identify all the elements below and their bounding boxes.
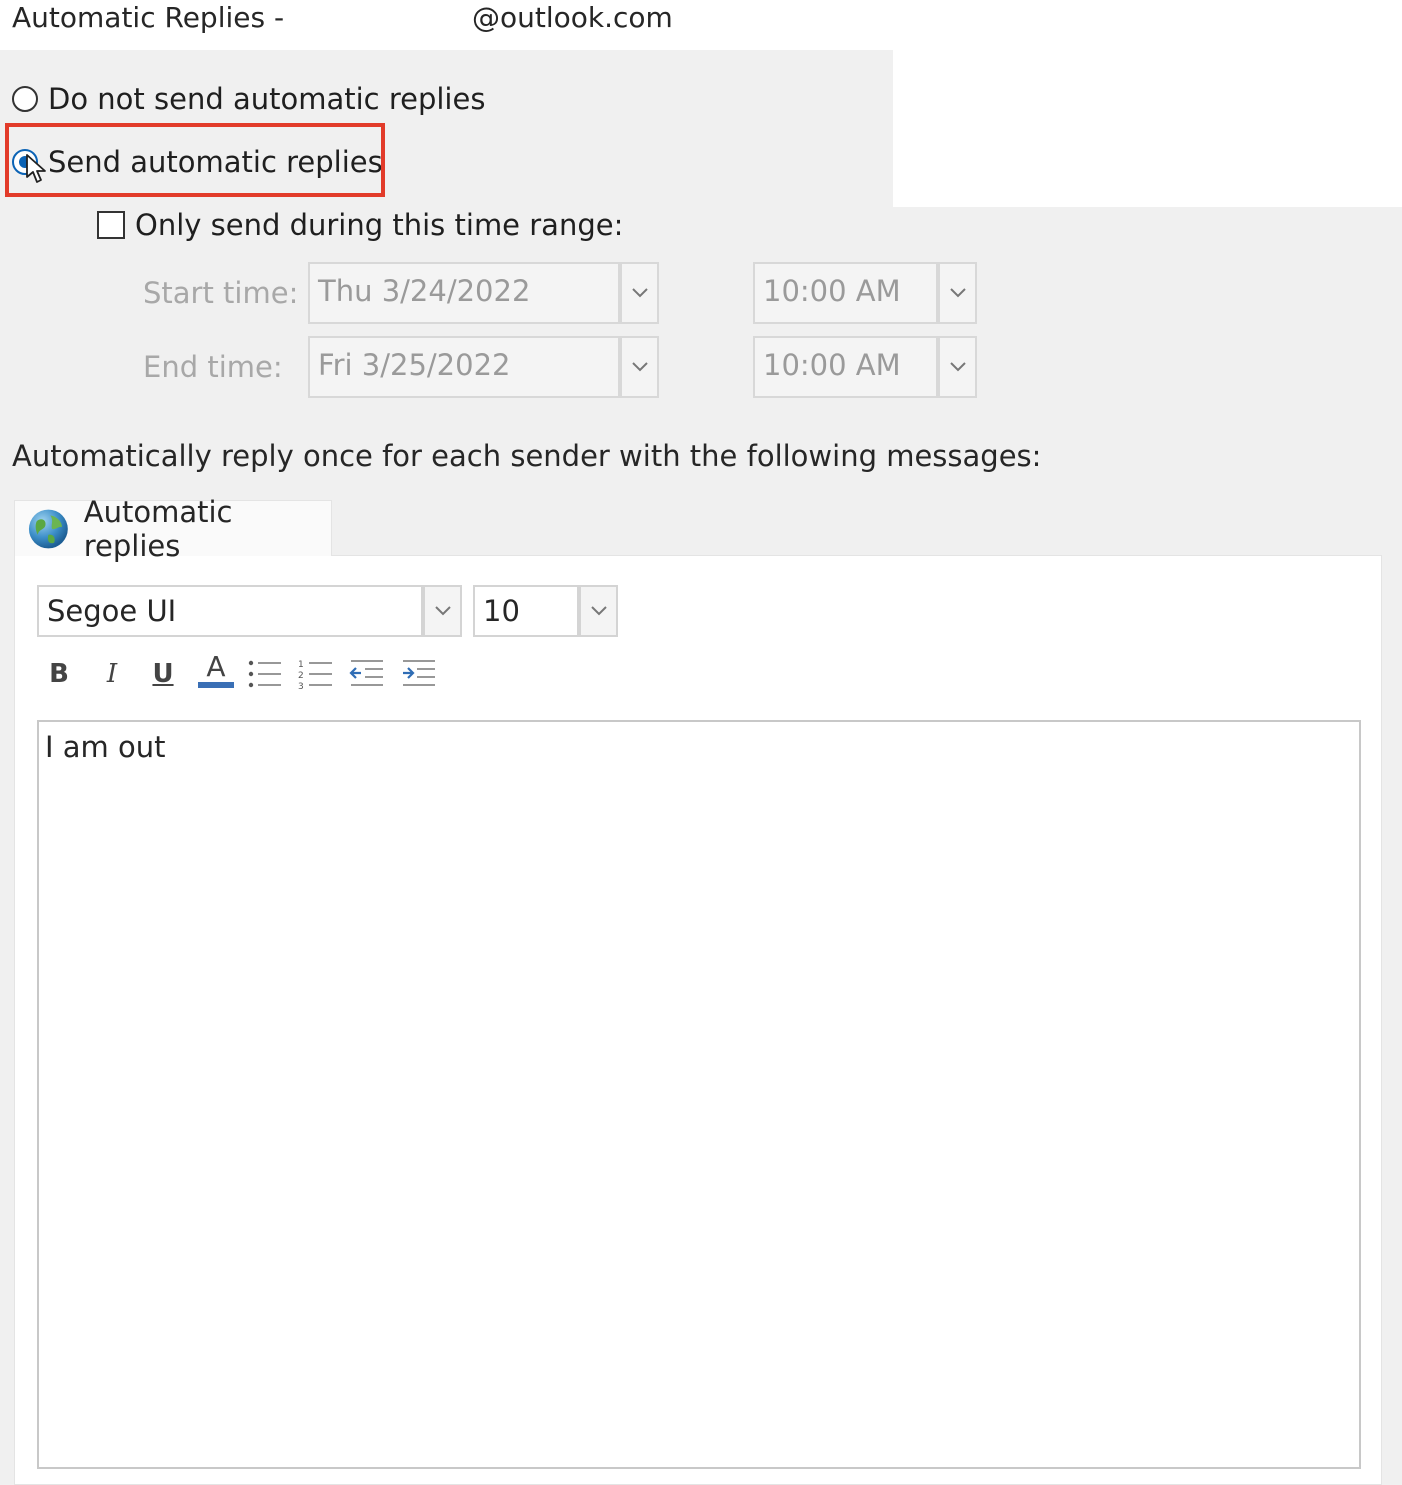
globe-icon xyxy=(28,509,68,548)
chevron-down-icon xyxy=(631,362,648,372)
italic-button[interactable]: I xyxy=(90,652,134,696)
font-size-dropdown[interactable] xyxy=(579,585,618,637)
chevron-down-icon xyxy=(631,288,648,298)
message-text: I am out xyxy=(45,730,166,764)
start-time-label: Start time: xyxy=(143,276,299,310)
font-name-select[interactable]: Segoe UI xyxy=(37,585,423,637)
font-color-bar xyxy=(198,682,234,688)
end-time-dropdown[interactable] xyxy=(938,336,977,398)
svg-text:2: 2 xyxy=(298,671,304,681)
dialog-title: Automatic Replies - xyxy=(12,1,285,34)
numbered-list-icon: 1 2 3 xyxy=(298,660,332,690)
font-name-dropdown[interactable] xyxy=(423,585,462,637)
chevron-down-icon xyxy=(590,606,607,616)
svg-text:3: 3 xyxy=(298,682,304,690)
red-highlight-box xyxy=(5,123,385,197)
end-date-field[interactable]: Fri 3/25/2022 xyxy=(308,336,620,398)
decrease-indent-icon xyxy=(349,660,383,686)
radio-button-unchecked[interactable] xyxy=(12,86,38,112)
message-editor[interactable]: I am out xyxy=(37,720,1361,1469)
font-size-select[interactable]: 10 xyxy=(473,585,579,637)
time-range-label: Only send during this time range: xyxy=(135,208,624,242)
radio-label-do-not-send: Do not send automatic replies xyxy=(48,82,486,116)
chevron-down-icon xyxy=(434,606,451,616)
start-time-field[interactable]: 10:00 AM xyxy=(753,262,938,324)
bullets-button[interactable] xyxy=(243,652,287,696)
svg-text:1: 1 xyxy=(298,660,304,670)
increase-indent-icon xyxy=(403,660,435,686)
chevron-down-icon xyxy=(949,288,966,298)
bold-button[interactable]: B xyxy=(37,652,81,696)
start-date-field[interactable]: Thu 3/24/2022 xyxy=(308,262,620,324)
decrease-indent-button[interactable] xyxy=(345,652,389,696)
underline-button[interactable]: U xyxy=(141,652,185,696)
increase-indent-button[interactable] xyxy=(397,652,441,696)
tab-label: Automatic replies xyxy=(83,494,233,563)
font-color-button[interactable]: A xyxy=(194,648,238,692)
bullet-list-icon xyxy=(248,660,281,688)
reply-instruction-text: Automatically reply once for each sender… xyxy=(12,439,1042,473)
time-range-checkbox[interactable] xyxy=(97,211,125,239)
end-time-field[interactable]: 10:00 AM xyxy=(753,336,938,398)
font-color-letter: A xyxy=(206,650,226,683)
start-time-dropdown[interactable] xyxy=(938,262,977,324)
start-date-dropdown[interactable] xyxy=(620,262,659,324)
time-range-checkbox-row[interactable]: Only send during this time range: xyxy=(97,203,623,247)
end-time-label: End time: xyxy=(143,350,283,384)
chevron-down-icon xyxy=(949,362,966,372)
mouse-cursor-icon xyxy=(26,154,46,183)
numbering-button[interactable]: 1 2 3 xyxy=(294,652,338,696)
end-date-dropdown[interactable] xyxy=(620,336,659,398)
account-email: @outlook.com xyxy=(472,1,673,34)
tab-automatic-replies[interactable]: Automatic replies xyxy=(14,495,332,563)
radio-do-not-send[interactable]: Do not send automatic replies xyxy=(12,77,485,121)
